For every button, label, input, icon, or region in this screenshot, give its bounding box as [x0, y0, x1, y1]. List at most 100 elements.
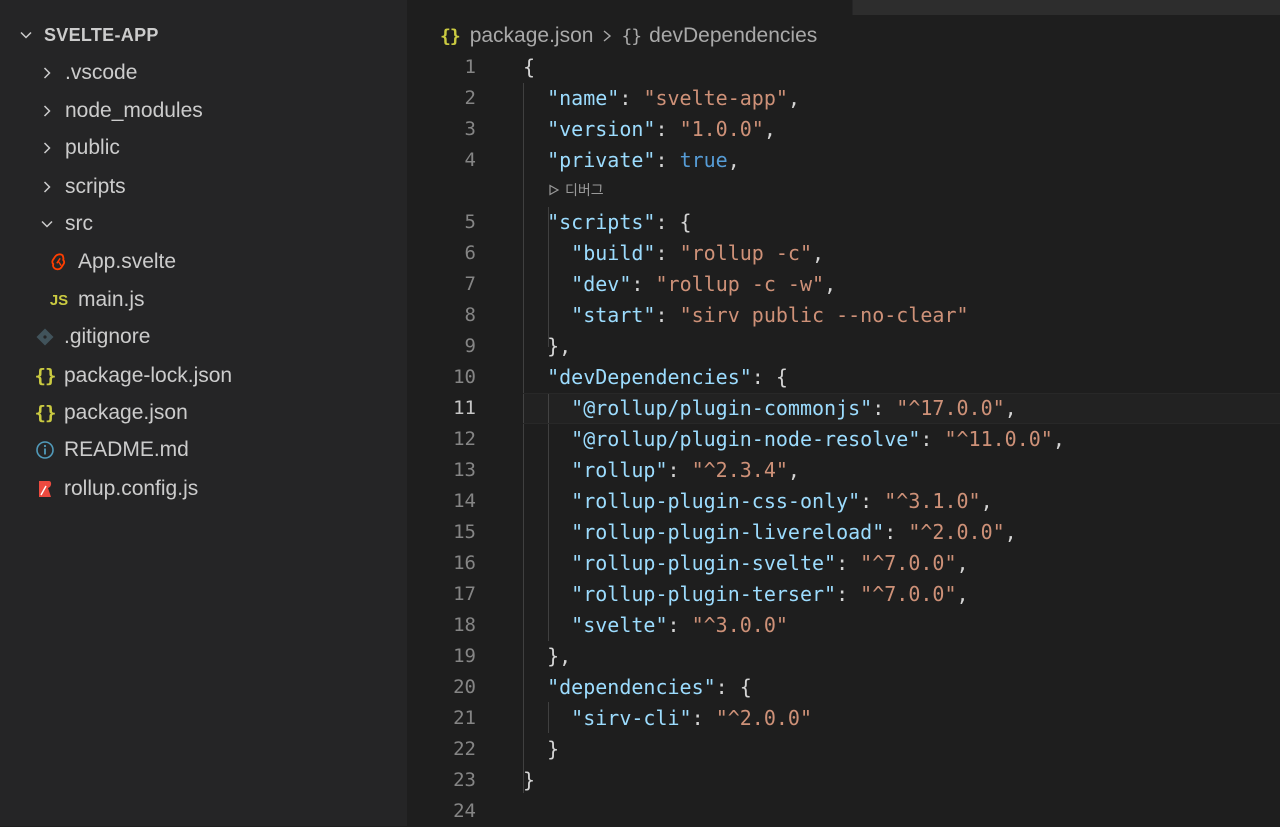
tree-item-label: main.js: [78, 288, 145, 311]
line-text: "rollup": "^2.3.4",: [523, 455, 800, 486]
line-text: "@rollup/plugin-commonjs": "^17.0.0",: [523, 393, 1017, 424]
tree-item-readme[interactable]: README.md: [0, 432, 407, 468]
tree-item-scripts[interactable]: scripts: [0, 169, 407, 205]
code-token: "^7.0.0": [860, 582, 957, 606]
chevron-right-icon: [39, 65, 55, 81]
code-line[interactable]: 2 "name": "svelte-app",: [407, 83, 1280, 114]
tree-item-main-js[interactable]: JS main.js: [0, 282, 407, 318]
code-line[interactable]: 17 "rollup-plugin-terser": "^7.0.0",: [407, 579, 1280, 610]
code-line[interactable]: 13 "rollup": "^2.3.4",: [407, 455, 1280, 486]
code-line[interactable]: 24: [407, 796, 1280, 827]
code-line[interactable]: 3 "version": "1.0.0",: [407, 114, 1280, 145]
code-token: "dependencies": [547, 675, 716, 699]
line-number: 13: [453, 459, 476, 481]
code-line[interactable]: 7 "dev": "rollup -c -w",: [407, 269, 1280, 300]
tree-item-app-svelte[interactable]: App.svelte: [0, 244, 407, 280]
code-line[interactable]: 8 "start": "sirv public --no-clear": [407, 300, 1280, 331]
code-editor[interactable]: 디버그 1{2 "name": "svelte-app", 3 "version"…: [407, 52, 1280, 826]
code-token: :: [655, 303, 680, 327]
tree-item-package-json[interactable]: {} package.json: [0, 395, 407, 431]
code-line[interactable]: 20 "dependencies": {: [407, 672, 1280, 703]
tree-item-src[interactable]: src: [0, 206, 407, 242]
code-line[interactable]: 12 "@rollup/plugin-node-resolve": "^11.0…: [407, 424, 1280, 455]
code-line[interactable]: 18 "svelte": "^3.0.0": [407, 610, 1280, 641]
code-token: "start": [571, 303, 656, 327]
json-icon: {}: [440, 25, 461, 47]
tree-item-gitignore[interactable]: .gitignore: [0, 319, 407, 355]
code-line[interactable]: 22 }: [407, 734, 1280, 765]
chevron-right-icon: [39, 140, 55, 156]
codelens-debug[interactable]: 디버그: [548, 179, 604, 201]
code-token: :: [631, 272, 656, 296]
line-number: 22: [453, 738, 476, 760]
tree-item-vscode[interactable]: .vscode: [0, 55, 407, 91]
explorer-sidebar: SVELTE-APP .vscode node_modules public s…: [0, 0, 407, 826]
code-line[interactable]: 23}: [407, 765, 1280, 796]
code-token: :: [691, 706, 716, 730]
chevron-down-icon: [39, 216, 55, 232]
tree-item-label: .gitignore: [64, 325, 151, 348]
code-token: "rollup-plugin-terser": [571, 582, 837, 606]
code-line[interactable]: 4 "private": true,: [407, 145, 1280, 176]
info-icon: [34, 439, 56, 461]
explorer-root[interactable]: SVELTE-APP: [0, 17, 407, 53]
code-line[interactable]: 9 },: [407, 331, 1280, 362]
breadcrumb-symbol[interactable]: devDependencies: [649, 24, 817, 48]
code-line[interactable]: 5 "scripts": {: [407, 207, 1280, 238]
code-token: :: [667, 613, 692, 637]
code-token: "^17.0.0": [896, 396, 1005, 420]
breadcrumb-file[interactable]: package.json: [470, 24, 594, 48]
code-line[interactable]: 16 "rollup-plugin-svelte": "^7.0.0",: [407, 548, 1280, 579]
code-token: ,: [787, 458, 800, 482]
code-token: true: [679, 148, 728, 172]
js-icon: JS: [49, 291, 69, 309]
code-line[interactable]: 10 "devDependencies": {: [407, 362, 1280, 393]
code-token: :: [860, 489, 885, 513]
tree-item-package-lock-json[interactable]: {} package-lock.json: [0, 358, 407, 394]
tree-item-label: node_modules: [65, 99, 203, 122]
editor-pane: {} package.json {} devDependencies 디버그 1…: [407, 0, 1280, 826]
tab-inactive[interactable]: [853, 0, 1280, 15]
code-line[interactable]: 1{: [407, 52, 1280, 83]
tree-item-public[interactable]: public: [0, 130, 407, 166]
tree-item-rollup-config[interactable]: rollup.config.js: [0, 471, 407, 507]
tab-active[interactable]: [407, 0, 852, 15]
code-token: "build": [571, 241, 656, 265]
code-line[interactable]: 21 "sirv-cli": "^2.0.0": [407, 703, 1280, 734]
code-line[interactable]: 11 "@rollup/plugin-commonjs": "^17.0.0",: [407, 393, 1280, 424]
line-text: "@rollup/plugin-node-resolve": "^11.0.0"…: [523, 424, 1065, 455]
rollup-icon: [34, 478, 56, 500]
code-token: "@rollup/plugin-node-resolve": [571, 427, 921, 451]
code-token: : {: [655, 210, 692, 234]
tab-strip: [407, 0, 1280, 15]
code-token: ,: [727, 148, 740, 172]
line-text: "rollup-plugin-svelte": "^7.0.0",: [523, 548, 968, 579]
line-text: "start": "sirv public --no-clear": [523, 300, 968, 331]
code-line[interactable]: 15 "rollup-plugin-livereload": "^2.0.0",: [407, 517, 1280, 548]
explorer-root-label: SVELTE-APP: [44, 24, 159, 45]
code-line[interactable]: 19 },: [407, 641, 1280, 672]
tree-item-label: package.json: [64, 401, 188, 424]
line-number: 3: [464, 118, 476, 140]
code-line[interactable]: 6 "build": "rollup -c",: [407, 238, 1280, 269]
code-token: :: [619, 86, 644, 110]
code-line[interactable]: 14 "rollup-plugin-css-only": "^3.1.0",: [407, 486, 1280, 517]
code-token: "sirv-cli": [571, 706, 692, 730]
line-number: 11: [453, 397, 476, 419]
code-token: "^2.3.4": [691, 458, 788, 482]
code-token: :: [836, 582, 861, 606]
code-token: :: [836, 551, 861, 575]
tree-item-label: App.svelte: [78, 250, 177, 273]
tree-item-node-modules[interactable]: node_modules: [0, 93, 407, 129]
line-text: "devDependencies": {: [523, 362, 788, 393]
